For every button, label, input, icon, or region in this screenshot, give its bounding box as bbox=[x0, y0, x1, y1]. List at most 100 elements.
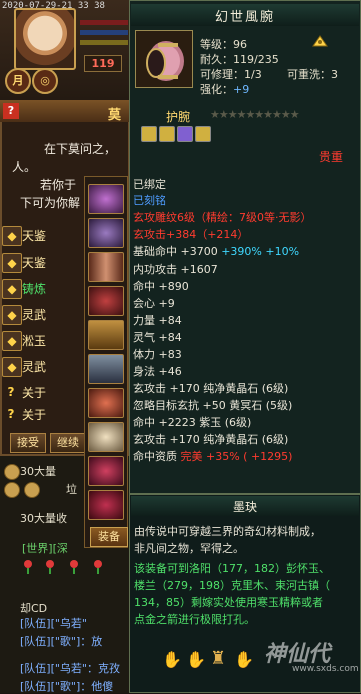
dialog-option[interactable]: 灵武 bbox=[22, 357, 46, 377]
item-slot[interactable] bbox=[88, 422, 124, 452]
chat-line: 30大量 bbox=[20, 465, 56, 478]
gem-icon bbox=[195, 126, 211, 142]
item-slot[interactable] bbox=[88, 354, 124, 384]
item-durability: 耐久：119/235 bbox=[200, 53, 279, 66]
prop-line: 玄攻击 +170 纯净黄晶石 (6级) bbox=[133, 433, 289, 446]
continue-button[interactable]: 继续 bbox=[50, 433, 86, 453]
prop-line: 玄攻击+384（+214） bbox=[133, 228, 249, 241]
flower-icon bbox=[44, 560, 56, 574]
card-icon: ◆ bbox=[2, 305, 22, 325]
hand-icon: ✋ bbox=[186, 650, 206, 669]
chat-line: [队伍]["乌若" bbox=[20, 617, 87, 630]
chat-line: 30大量收 bbox=[20, 512, 67, 525]
flower-icon bbox=[22, 560, 34, 574]
prop-line: 玄攻雕纹6级（精绘：7级0等·无影） bbox=[133, 211, 312, 224]
hand-icon: ✋ bbox=[234, 650, 254, 669]
player-portrait[interactable] bbox=[14, 8, 76, 70]
prop-line: 力量 +84 bbox=[133, 314, 182, 327]
item-enhance: 强化：+9 bbox=[200, 81, 249, 97]
item-slot[interactable] bbox=[88, 456, 124, 486]
item-level: 等级：96 bbox=[200, 38, 247, 51]
engraved-status: 已刻铭 bbox=[133, 194, 166, 207]
dialog-title: 莫 bbox=[108, 108, 122, 123]
lore-line: 由传说中可穿越三界的奇幻材料制成， bbox=[134, 525, 321, 538]
dialog-option[interactable]: 关于 bbox=[22, 383, 46, 403]
money-icon bbox=[4, 464, 20, 480]
slot-type: 护腕 bbox=[166, 110, 191, 124]
enhance-value: +9 bbox=[233, 83, 250, 96]
flower-icon bbox=[68, 560, 80, 574]
star-rating: ★★★★★★★★★★ bbox=[210, 108, 300, 121]
dialog-line: 在下莫问之， bbox=[44, 142, 117, 156]
card-icon: ◆ bbox=[2, 357, 22, 377]
help-icon[interactable]: ? bbox=[3, 103, 19, 119]
dialog-option[interactable]: 灵武 bbox=[22, 305, 46, 325]
card-icon: ◆ bbox=[2, 279, 22, 299]
prop-line: 基础命中 +3700 +390% +10% bbox=[133, 245, 299, 259]
card-icon: ◆ bbox=[2, 253, 22, 273]
gem-icon bbox=[141, 126, 157, 142]
lore-title: 墨玦 bbox=[232, 500, 257, 514]
chat-line: [队伍]["歌"]：他傻 bbox=[20, 680, 114, 693]
card-icon: ◆ bbox=[2, 226, 22, 246]
item-slot[interactable] bbox=[88, 286, 124, 316]
dialog-option[interactable]: 天鉴 bbox=[22, 226, 46, 246]
lore-line: 134，85）剩嫁实处使用寒玉精粹或者 bbox=[134, 596, 323, 609]
item-name: 幻世風腕 bbox=[214, 10, 275, 25]
item-repair: 可修理：1/3 bbox=[200, 68, 262, 81]
player-level: 119 bbox=[84, 55, 122, 72]
hp-bar bbox=[80, 20, 128, 25]
prop-line: 命中资质 完美 +35% ( +1295) bbox=[133, 450, 292, 464]
item-slot[interactable] bbox=[88, 388, 124, 418]
enhance-label: 强化： bbox=[200, 83, 233, 96]
item-slot[interactable] bbox=[88, 490, 124, 520]
item-slot[interactable] bbox=[88, 218, 124, 248]
prop-line: 忽略目标玄抗 +50 黄冥石 (5级) bbox=[133, 399, 293, 412]
dialog-option[interactable]: 淞玉 bbox=[22, 331, 46, 351]
card-icon: ◆ bbox=[2, 331, 22, 351]
item-slot[interactable] bbox=[88, 184, 124, 214]
prop-line: 灵气 +84 bbox=[133, 331, 182, 344]
watermark-url: www.sxds.com bbox=[292, 664, 359, 674]
item-slot[interactable] bbox=[88, 320, 124, 350]
prop-line: 内功攻击 +1607 bbox=[133, 263, 218, 276]
prop-line: 命中 +890 bbox=[133, 280, 189, 293]
prop-line: 身法 +46 bbox=[133, 365, 182, 378]
gourd-icon: ♜ bbox=[210, 648, 227, 669]
lock-icon bbox=[310, 32, 330, 53]
dialog-line: 人。 bbox=[12, 160, 37, 174]
bound-status: 已绑定 bbox=[133, 178, 166, 191]
item-slot[interactable] bbox=[88, 252, 124, 282]
moon-button[interactable]: 月 bbox=[5, 68, 31, 94]
target-button[interactable]: ◎ bbox=[32, 68, 58, 94]
dialog-option[interactable]: 铸炼 bbox=[22, 279, 46, 299]
lore-line: 楼兰（279，198）克里木、束河古镇（ bbox=[134, 579, 330, 592]
hand-icon: ✋ bbox=[162, 650, 182, 669]
equip-button[interactable]: 装备 bbox=[90, 527, 128, 547]
money-icon bbox=[4, 482, 20, 498]
question-icon: ? bbox=[7, 407, 15, 421]
lore-line: 非凡间之物，罕得之。 bbox=[134, 542, 244, 555]
prop-base-hit-pct: +390% +10% bbox=[221, 245, 300, 258]
dialog-option[interactable]: 关于 bbox=[22, 405, 46, 425]
dialog-option[interactable]: 天鉴 bbox=[22, 253, 46, 273]
prop-aptitude-value: 完美 +35% ( +1295) bbox=[180, 450, 293, 463]
chat-line: [世界][深 bbox=[22, 542, 68, 555]
item-rewash: 可重洗：3 bbox=[287, 68, 338, 81]
mp-bar bbox=[80, 30, 128, 35]
chat-line: [队伍]["乌若"：克孜 bbox=[20, 662, 120, 675]
prop-line: 体力 +83 bbox=[133, 348, 182, 361]
lore-line: 该装备可到洛阳（177，182）彭怀玉、 bbox=[134, 562, 330, 575]
prop-line: 玄攻击 +170 纯净黄晶石 (6级) bbox=[133, 382, 289, 395]
prop-aptitude-label: 命中资质 bbox=[133, 450, 181, 463]
chat-line: [队伍]["歌"]：放 bbox=[20, 635, 103, 648]
prop-line: 命中 +2223 紫玉 (6级) bbox=[133, 416, 252, 429]
prop-line: 会心 +9 bbox=[133, 297, 175, 310]
money-icon bbox=[24, 482, 40, 498]
accept-button[interactable]: 接受 bbox=[10, 433, 46, 453]
flower-icon bbox=[92, 560, 104, 574]
gem-icon bbox=[159, 126, 175, 142]
chat-line: 垃 bbox=[66, 483, 77, 496]
prop-base-hit-label: 基础命中 +3700 bbox=[133, 245, 222, 258]
gem-icon bbox=[177, 126, 193, 142]
